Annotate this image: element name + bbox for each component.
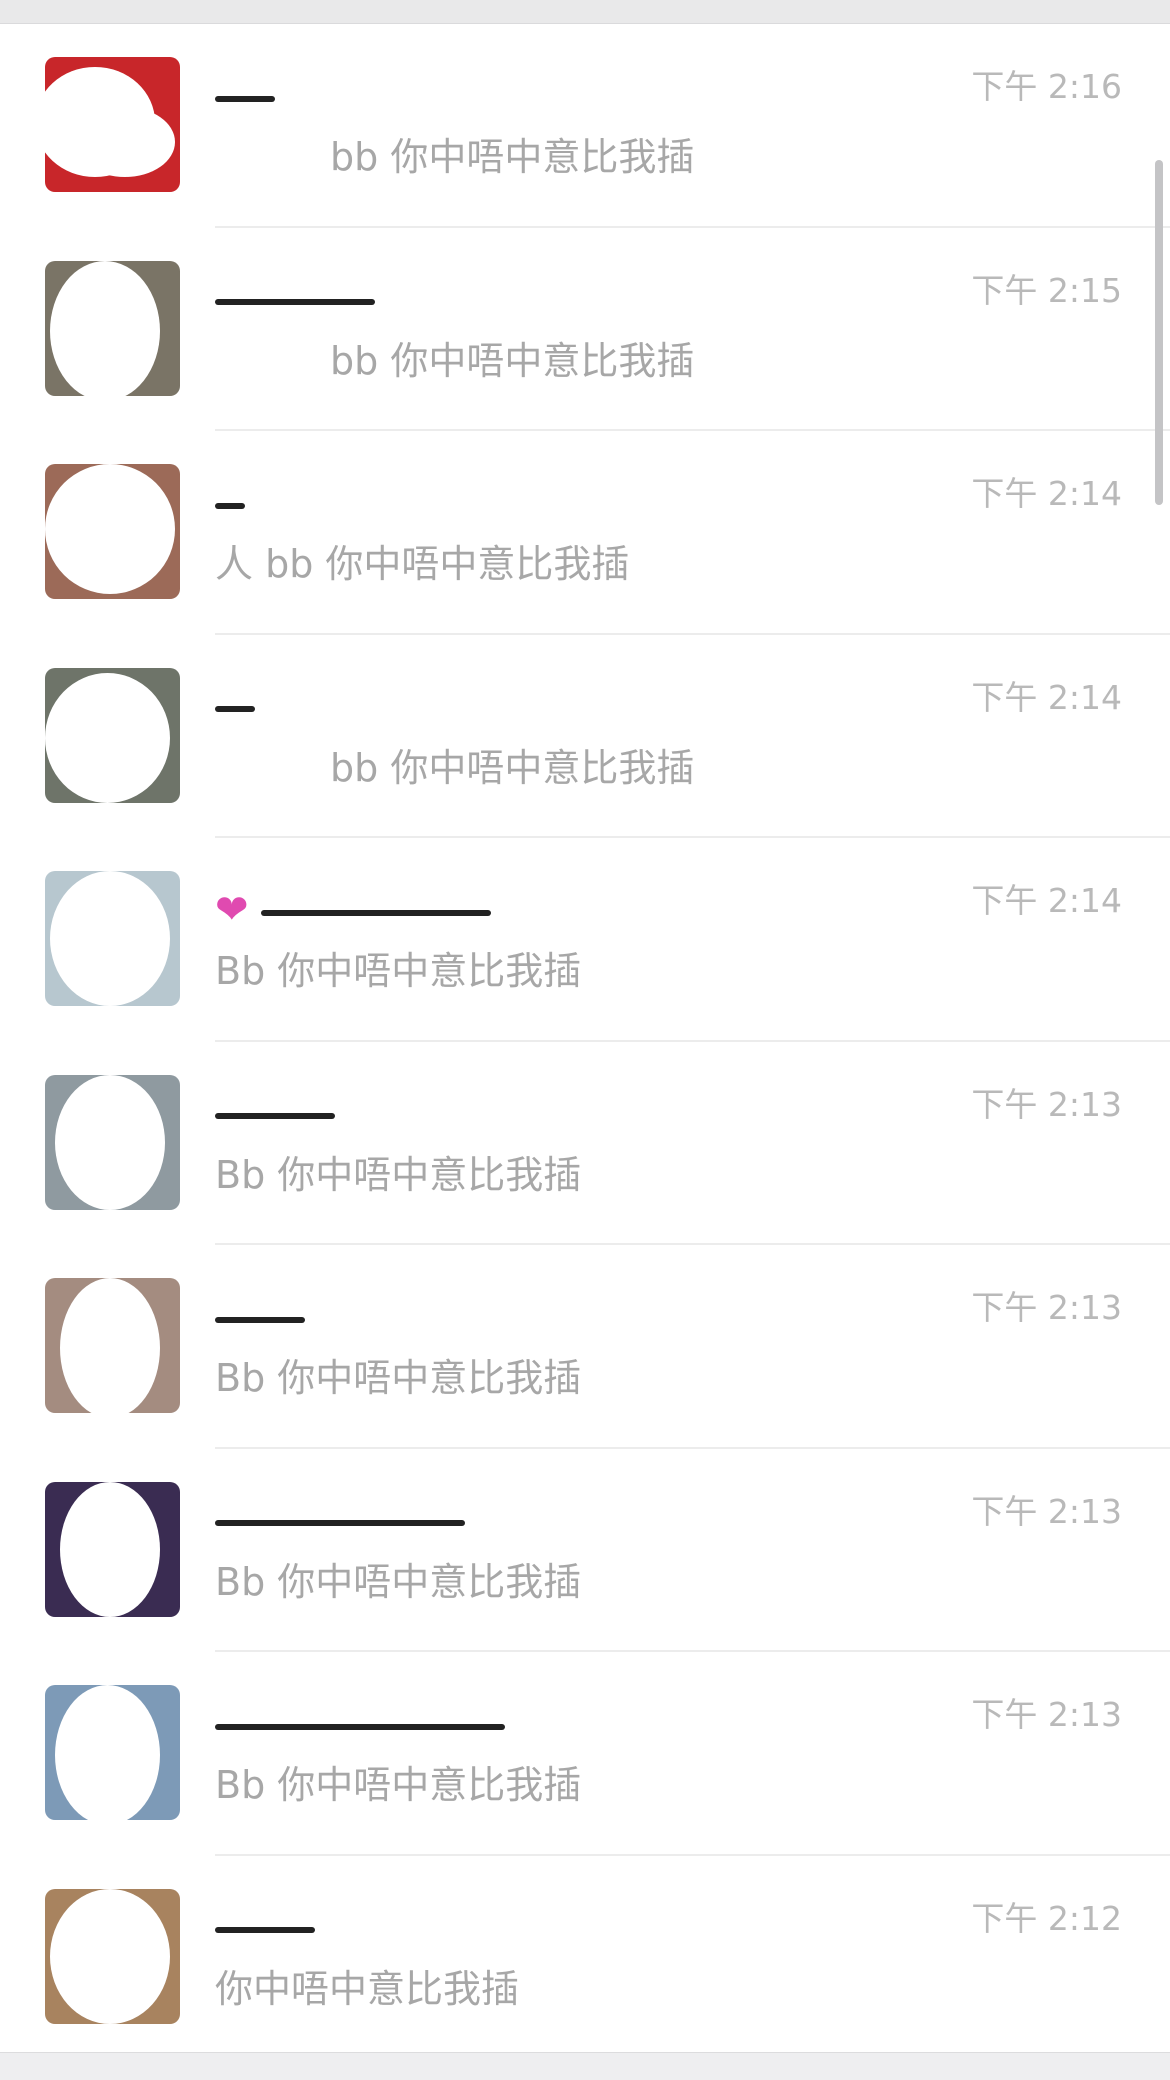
chat-row[interactable]: Bb 你中唔中意比我插 下午 2:13 bbox=[0, 1042, 1170, 1246]
message-preview: Bb 你中唔中意比我插 bbox=[215, 1559, 582, 1604]
message-preview: 你中唔中意比我插 bbox=[215, 1966, 520, 2011]
chat-row[interactable]: 人 bb 你中唔中意比我插 下午 2:14 bbox=[0, 431, 1170, 635]
contact-name bbox=[215, 1696, 635, 1746]
chat-list[interactable]: bb 你中唔中意比我插 下午 2:16 bb 你中唔中意比我插 下午 2:15 … bbox=[0, 24, 1170, 2059]
message-preview: bb 你中唔中意比我插 bbox=[330, 135, 695, 179]
contact-name bbox=[215, 1493, 635, 1543]
chat-row[interactable]: Bb 你中唔中意比我插 下午 2:13 bbox=[0, 1449, 1170, 1653]
chat-row[interactable]: bb 你中唔中意比我插 下午 2:14 bbox=[0, 635, 1170, 839]
contact-name bbox=[215, 475, 635, 525]
message-time: 下午 2:13 bbox=[971, 1491, 1122, 1531]
avatar[interactable] bbox=[45, 1481, 180, 1617]
message-time: 下午 2:13 bbox=[971, 1084, 1122, 1124]
avatar[interactable] bbox=[45, 260, 180, 396]
contact-name bbox=[215, 679, 635, 729]
message-preview: 人 bb 你中唔中意比我插 bbox=[215, 542, 630, 586]
chat-row[interactable]: 你中唔中意比我插 下午 2:12 bbox=[0, 1856, 1170, 2060]
message-time: 下午 2:13 bbox=[971, 1288, 1122, 1327]
avatar[interactable] bbox=[45, 1888, 180, 2024]
avatar[interactable] bbox=[45, 1685, 180, 1820]
contact-name: ❤ bbox=[215, 882, 635, 932]
top-bar bbox=[0, 0, 1170, 24]
avatar[interactable] bbox=[45, 667, 180, 803]
message-preview: bb 你中唔中意比我插 bbox=[330, 338, 695, 383]
message-time: 下午 2:15 bbox=[971, 270, 1122, 310]
avatar[interactable] bbox=[45, 57, 180, 192]
message-preview: bb 你中唔中意比我插 bbox=[330, 745, 695, 790]
avatar[interactable] bbox=[45, 1278, 180, 1413]
message-preview: Bb 你中唔中意比我插 bbox=[215, 949, 582, 993]
message-time: 下午 2:12 bbox=[971, 1898, 1122, 1938]
avatar[interactable] bbox=[45, 871, 180, 1006]
avatar[interactable] bbox=[45, 1074, 180, 1210]
message-time: 下午 2:14 bbox=[971, 474, 1122, 513]
heart-icon: ❤ bbox=[215, 886, 249, 933]
avatar[interactable] bbox=[45, 464, 180, 599]
message-time: 下午 2:14 bbox=[971, 881, 1122, 920]
chat-row[interactable]: bb 你中唔中意比我插 下午 2:16 bbox=[0, 24, 1170, 228]
message-preview: Bb 你中唔中意比我插 bbox=[215, 1763, 582, 1807]
contact-name bbox=[215, 68, 635, 118]
message-preview: Bb 你中唔中意比我插 bbox=[215, 1356, 582, 1400]
contact-name bbox=[215, 1900, 635, 1950]
message-preview: Bb 你中唔中意比我插 bbox=[215, 1152, 582, 1197]
contact-name bbox=[215, 1289, 635, 1339]
contact-name bbox=[215, 1086, 635, 1136]
bottom-bar bbox=[0, 2052, 1170, 2080]
chat-row[interactable]: Bb 你中唔中意比我插 下午 2:13 bbox=[0, 1652, 1170, 1856]
scrollbar[interactable] bbox=[1155, 160, 1163, 505]
contact-name bbox=[215, 272, 635, 322]
message-time: 下午 2:16 bbox=[971, 67, 1122, 106]
chat-row[interactable]: bb 你中唔中意比我插 下午 2:15 bbox=[0, 228, 1170, 432]
message-time: 下午 2:14 bbox=[971, 677, 1122, 717]
chat-row[interactable]: ❤ Bb 你中唔中意比我插 下午 2:14 bbox=[0, 838, 1170, 1042]
message-time: 下午 2:13 bbox=[971, 1695, 1122, 1734]
chat-row[interactable]: Bb 你中唔中意比我插 下午 2:13 bbox=[0, 1245, 1170, 1449]
